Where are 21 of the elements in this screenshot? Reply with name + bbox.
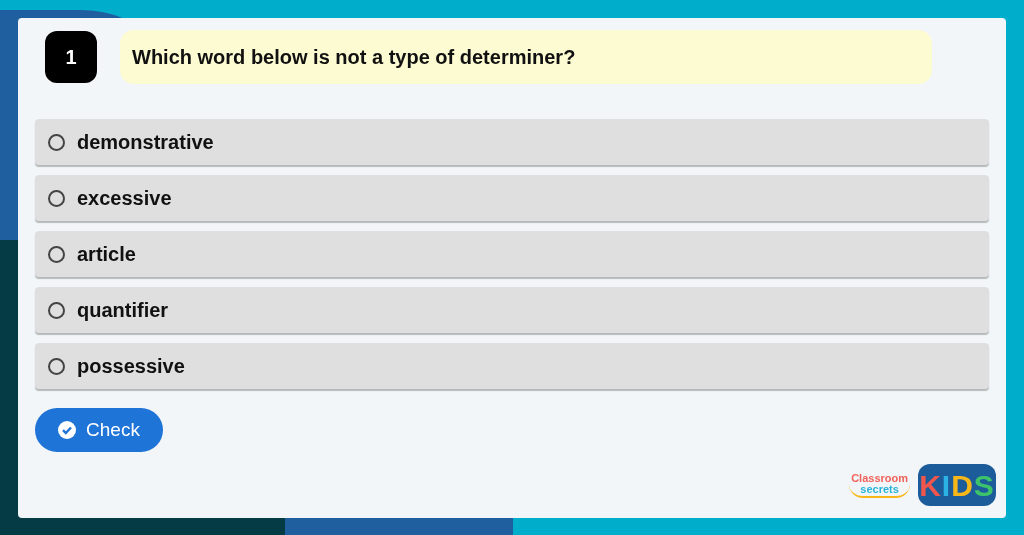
- radio-button[interactable]: [48, 357, 65, 375]
- check-circle-icon: [58, 421, 77, 439]
- answer-option[interactable]: demonstrative: [35, 119, 989, 165]
- option-label: article: [77, 242, 136, 267]
- check-button[interactable]: Check: [35, 408, 163, 452]
- option-label: demonstrative: [77, 130, 214, 155]
- answer-option[interactable]: possessive: [35, 343, 989, 389]
- option-label: possessive: [77, 354, 185, 379]
- radio-button[interactable]: [48, 133, 65, 151]
- brand-logo: Classroom secrets: [849, 472, 910, 498]
- option-label: excessive: [77, 186, 172, 211]
- option-label: quantifier: [77, 298, 169, 323]
- answer-option[interactable]: quantifier: [35, 287, 989, 333]
- radio-button[interactable]: [48, 301, 65, 319]
- question-text: Which word below is not a type of determiner?: [120, 30, 932, 84]
- answer-option[interactable]: excessive: [35, 175, 989, 221]
- radio-button[interactable]: [48, 189, 65, 207]
- question-number: 1: [45, 31, 97, 83]
- radio-button[interactable]: [48, 245, 65, 263]
- answer-option[interactable]: article: [35, 231, 989, 277]
- kids-logo: KIDS: [918, 464, 996, 506]
